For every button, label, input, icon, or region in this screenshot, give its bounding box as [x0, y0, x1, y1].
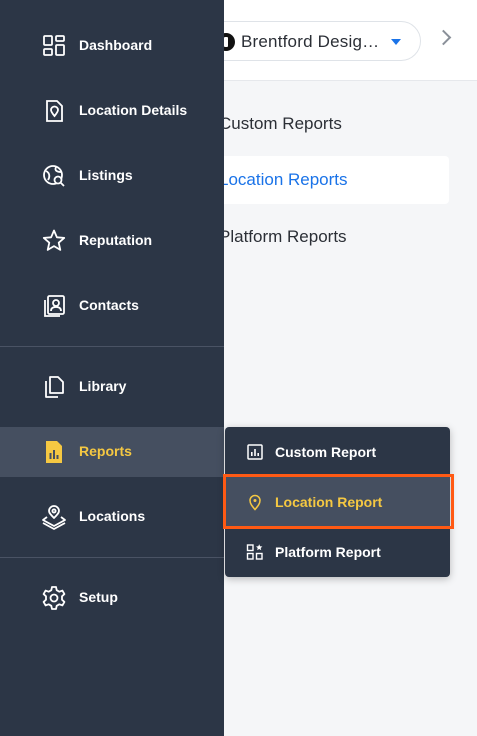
chevron-right-icon[interactable]	[435, 29, 452, 46]
listings-icon	[43, 165, 65, 187]
sidebar-item-locations[interactable]: Locations	[0, 492, 224, 542]
bar-chart-icon	[247, 444, 263, 460]
sidebar-item-label: Dashboard	[79, 37, 153, 53]
location-details-icon	[46, 100, 63, 122]
highlight-annotation	[223, 474, 454, 529]
sidebar-item-label: Locations	[79, 508, 146, 524]
sidebar-item-label: Reputation	[79, 232, 153, 248]
flyout-item-label: Custom Report	[275, 444, 377, 460]
organization-name: Brentford Desig…	[241, 32, 380, 51]
organization-selector[interactable]: Brentford Desig…	[200, 21, 421, 61]
sidebar-item-label: Contacts	[79, 297, 139, 313]
sidebar-item-label: Reports	[79, 443, 132, 459]
sidebar-item-reports[interactable]: Reports	[0, 427, 224, 477]
sidebar-item-setup[interactable]: Setup	[0, 573, 224, 623]
sidebar-item-label: Listings	[79, 167, 133, 183]
sidebar-item-library[interactable]: Library	[0, 362, 224, 412]
sidebar-divider	[0, 557, 224, 558]
dashboard-icon	[43, 35, 65, 56]
sidebar-item-label: Setup	[79, 589, 118, 605]
sidebar-divider	[0, 346, 224, 347]
caret-down-icon	[391, 39, 401, 45]
locations-icon	[42, 505, 66, 530]
star-icon	[42, 229, 66, 251]
sidebar-item-listings[interactable]: Listings	[0, 151, 224, 201]
contacts-icon	[44, 295, 65, 317]
sidebar-item-location-details[interactable]: Location Details	[0, 86, 224, 136]
sidebar-item-label: Library	[79, 378, 127, 394]
sidebar-item-reputation[interactable]: Reputation	[0, 216, 224, 266]
reports-icon	[46, 441, 62, 463]
sidebar: Dashboard Location Details Listings Repu…	[0, 0, 224, 736]
flyout-item-custom-report[interactable]: Custom Report	[225, 427, 450, 477]
sidebar-item-contacts[interactable]: Contacts	[0, 281, 224, 331]
library-icon	[45, 376, 64, 398]
grid-star-icon	[246, 544, 263, 560]
sidebar-item-dashboard[interactable]: Dashboard	[0, 21, 224, 71]
gear-icon	[42, 586, 66, 610]
flyout-item-label: Platform Report	[275, 544, 381, 560]
flyout-item-platform-report[interactable]: Platform Report	[225, 527, 450, 577]
sidebar-item-label: Location Details	[79, 102, 188, 118]
